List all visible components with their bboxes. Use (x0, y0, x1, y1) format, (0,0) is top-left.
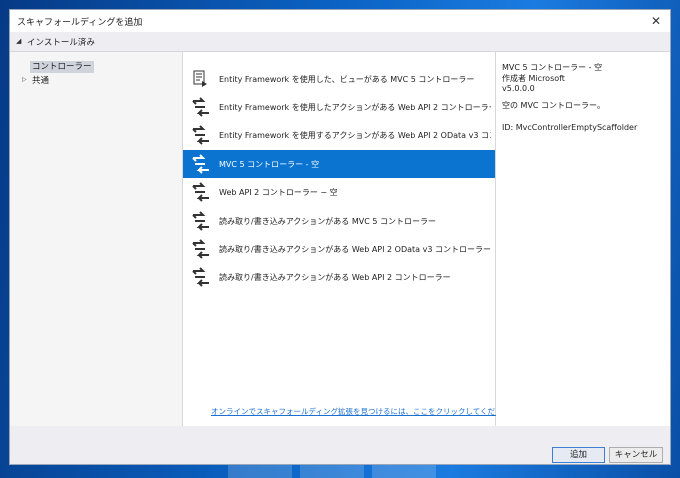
scaffolder-list: Entity Framework を使用した、ビューがある MVC 5 コントロ… (183, 52, 518, 426)
list-item-label: 読み取り/書き込みアクションがある MVC 5 コントローラー (219, 217, 436, 226)
category-tree: コントローラー ▷ 共通 (10, 52, 183, 426)
dialog-titlebar: スキャフォールディングを追加 ✕ (10, 10, 670, 32)
add-scaffold-dialog: スキャフォールディングを追加 ✕ ◢ インストール済み コントローラー ▷ 共通… (9, 9, 671, 465)
collapse-triangle-icon[interactable]: ◢ (16, 37, 21, 45)
detail-author: 作成者 Microsoft (502, 74, 565, 83)
desktop-window-pane (372, 464, 436, 478)
scaffold-icon (192, 239, 209, 259)
detail-version: v5.0.0.0 (502, 84, 535, 93)
section-header-label: インストール済み (27, 38, 95, 48)
scaffold-icon (192, 182, 209, 202)
dialog-title: スキャフォールディングを追加 (17, 18, 143, 28)
detail-id: ID: MvcControllerEmptyScaffolder (502, 123, 638, 132)
add-button[interactable]: 追加 (552, 447, 605, 463)
desktop-window-pane (228, 464, 292, 478)
list-item[interactable]: Web API 2 コントローラー − 空 (183, 178, 495, 206)
detail-description: 空の MVC コントローラー。 (502, 101, 605, 110)
list-item[interactable]: 読み取り/書き込みアクションがある MVC 5 コントローラー (183, 207, 495, 235)
scaffold-icon (192, 211, 209, 231)
list-item[interactable]: 読み取り/書き込みアクションがある Web API 2 OData v3 コント… (183, 235, 495, 263)
cancel-button[interactable]: キャンセル (609, 447, 663, 463)
list-item-label: 読み取り/書き込みアクションがある Web API 2 コントローラー (219, 273, 451, 282)
list-item-label: Entity Framework を使用した、ビューがある MVC 5 コントロ… (219, 75, 475, 84)
installed-section-header[interactable]: ◢ インストール済み (10, 32, 670, 52)
tree-item-common[interactable]: 共通 (32, 74, 49, 86)
list-item[interactable]: Entity Framework を使用した、ビューがある MVC 5 コントロ… (183, 65, 495, 93)
desktop-window-pane (300, 464, 364, 478)
expand-triangle-icon[interactable]: ▷ (22, 76, 27, 83)
scaffold-icon (192, 154, 209, 174)
dialog-footer: 追加 キャンセル (10, 426, 670, 464)
scaffold-icon (192, 267, 209, 287)
list-item[interactable]: Entity Framework を使用したアクションがある Web API 2… (183, 93, 495, 121)
tree-item-label: 共通 (32, 76, 50, 86)
list-item-selected[interactable]: MVC 5 コントローラー - 空 (183, 150, 495, 178)
scaffold-icon (193, 70, 207, 87)
list-item-label: Entity Framework を使用するアクションがある Web API 2… (219, 131, 491, 140)
list-item-label: 読み取り/書き込みアクションがある Web API 2 OData v3 コント… (219, 245, 491, 254)
online-extensions-link[interactable]: オンラインでスキャフォールディング拡張を見つけるには、ここをクリックしてください… (211, 406, 518, 417)
list-item[interactable]: Entity Framework を使用するアクションがある Web API 2… (183, 121, 495, 149)
detail-name: MVC 5 コントローラー - 空 (502, 63, 603, 72)
scaffold-icon (192, 125, 209, 145)
list-item-label: Entity Framework を使用したアクションがある Web API 2… (219, 103, 491, 112)
tree-item-label: コントローラー (30, 61, 94, 73)
tree-item-controller[interactable]: コントローラー (30, 60, 94, 73)
details-pane: MVC 5 コントローラー - 空 作成者 Microsoft v5.0.0.0… (496, 52, 670, 426)
scaffold-icon (192, 97, 209, 117)
close-icon[interactable]: ✕ (648, 13, 664, 29)
list-item-label: MVC 5 コントローラー - 空 (219, 160, 320, 169)
list-item[interactable]: 読み取り/書き込みアクションがある Web API 2 コントローラー (183, 263, 495, 291)
list-item-label: Web API 2 コントローラー − 空 (219, 188, 338, 197)
